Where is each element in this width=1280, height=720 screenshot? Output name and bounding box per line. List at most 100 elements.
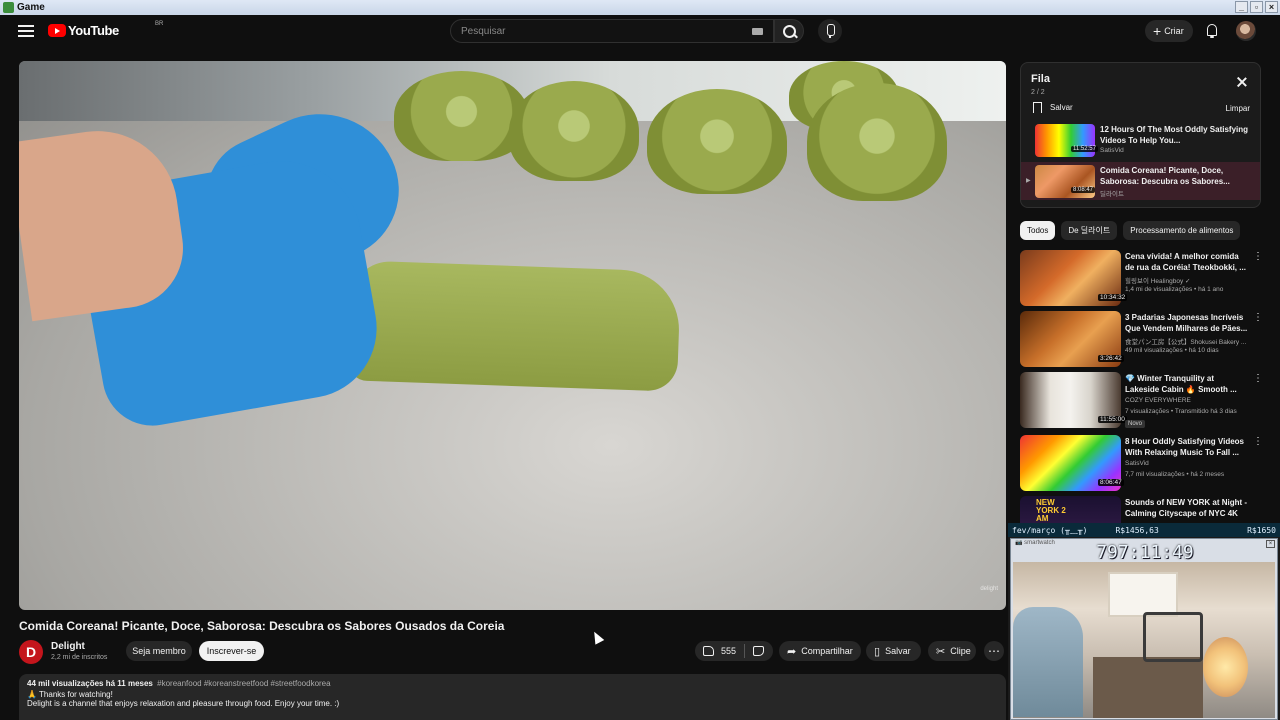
video-frame-roll [647,89,787,194]
window-titlebar: Game _ ▫ × [0,0,1280,15]
upload-age: há 11 meses [105,679,153,688]
save-label: Salvar [885,646,911,656]
more-options-icon[interactable]: ⋮ [1253,374,1263,384]
recommendation-meta: 7 visualizações • Transmitido há 3 dias [1125,408,1237,415]
video-title: Comida Coreana! Picante, Doce, Saborosa:… [19,619,505,633]
description-box[interactable]: 44 mil visualizações há 11 meses #korean… [19,674,1006,720]
webcam-lamp [1203,637,1248,697]
queue-thumbnail [1035,124,1095,157]
new-badge: Novo [1125,420,1146,428]
microphone-icon[interactable] [818,19,842,43]
thumbnail-text: NEW YORK 2 AM [1036,498,1066,523]
more-actions-icon[interactable]: ⋯ [984,641,1004,661]
webcam-view [1013,562,1275,718]
top-bar: YouTube BR + Criar [0,15,1280,47]
chip-channel[interactable]: De 딜라이트 [1061,221,1118,240]
clip-button[interactable]: ✂ Clipe [928,641,976,661]
channel-avatar[interactable]: D [19,640,43,664]
video-frame-roll [509,81,639,181]
close-window-icon[interactable]: × [1265,1,1278,13]
more-options-icon[interactable]: ⋮ [1253,252,1263,262]
video-player[interactable]: delight [19,61,1006,610]
mouse-cursor [589,629,605,645]
search-box [450,19,774,43]
bookmark-icon [1033,102,1042,113]
recommendation-item[interactable]: 3:26:42 3 Padarias Japonesas Incríveis Q… [1020,311,1263,369]
close-queue-icon[interactable] [1236,76,1248,88]
queue-thumbnail [1035,165,1095,198]
share-icon: ➦ [787,645,797,658]
overlay-label: fev/março (╥﹏╥) [1012,525,1088,535]
video-duration: 8:06:47 [1098,479,1124,486]
recommendation-meta: 1,4 mi de visualizações • há 1 ano [1125,286,1224,293]
overlay-bar: fev/março (╥﹏╥) R$1456,63 R$1650 [1008,523,1280,537]
recommendation-title: 💎 Winter Tranquility at Lakeside Cabin 🔥… [1125,374,1237,394]
queue-duration: 8:08:47 [1071,187,1096,193]
filter-chips: Todos De 딜라이트 Processamento de alimentos [1020,221,1241,240]
clip-label: Clipe [950,646,971,656]
queue-save-button[interactable]: Salvar [1033,102,1073,113]
window-title: Game [17,2,45,13]
minimize-icon[interactable]: _ [1235,1,1248,13]
hamburger-menu-icon[interactable] [18,25,34,37]
webcam-chair [1013,607,1083,717]
video-duration: 10:34:32 [1098,294,1128,301]
search-button[interactable] [774,19,804,43]
like-icon[interactable] [703,646,714,656]
recommendation-item[interactable]: NEW YORK 2 AM Sounds of NEW YORK at Nigh… [1020,496,1260,523]
queue-item[interactable]: ▶ 8:08:47 Comida Coreana! Picante, Doce,… [1021,162,1260,200]
video-duration: 3:26:42 [1098,355,1124,362]
chip-all[interactable]: Todos [1020,221,1056,240]
queue-title: Fila [1031,73,1050,85]
scissors-icon: ✂ [936,645,946,658]
webcam-desk [1093,657,1203,718]
youtube-logo[interactable]: YouTube BR [48,21,163,38]
recommendation-title: Sounds of NEW YORK at Night - Calming Ci… [1125,498,1248,518]
like-count[interactable]: 555 [721,646,736,656]
dislike-icon[interactable] [753,646,765,656]
keyboard-icon[interactable] [752,28,763,35]
chip-food-processing[interactable]: Processamento de alimentos [1123,221,1241,240]
video-frame-roll [807,83,947,201]
now-playing-icon: ▶ [1026,178,1031,184]
more-options-icon[interactable]: ⋮ [1253,437,1263,447]
channel-name[interactable]: Delight [51,641,85,652]
video-frame-dough [347,260,681,392]
webcam-window [1108,572,1178,617]
logo-text: YouTube [68,23,119,38]
share-button[interactable]: ➦ Compartilhar [779,641,861,661]
search-input[interactable] [451,20,741,42]
share-label: Compartilhar [801,646,853,656]
maximize-icon[interactable]: ▫ [1250,1,1263,13]
recommendation-channel: 힐링보이 Healingboy ✓ [1125,278,1191,285]
queue-item-title: 12 Hours Of The Most Oddly Satisfying Vi… [1100,125,1249,145]
description-line: Delight is a channel that enjoys relaxat… [27,699,340,708]
queue-item[interactable]: 11:52:57 12 Hours Of The Most Oddly Sati… [1021,121,1260,159]
app-icon [3,2,14,13]
webcam-stand [1143,612,1203,662]
video-thumbnail: NEW YORK 2 AM [1020,496,1121,523]
save-button[interactable]: ▯ Salvar [866,641,921,661]
queue-item-channel: 딜라이트 [1100,191,1124,198]
join-button[interactable]: Seja membro [126,641,192,661]
recommendation-title: Cena vívida! A melhor comida de rua da C… [1125,252,1246,272]
subscribe-button[interactable]: Inscrever-se [199,641,264,661]
create-button[interactable]: + Criar [1145,20,1193,42]
overlay-window: 📷 smartwatch × 797:11:49 [1010,538,1278,720]
hashtags[interactable]: #koreanfood #koreanstreetfood #streetfoo… [157,679,330,688]
notifications-bell-icon[interactable] [1206,24,1218,38]
queue-duration: 11:52:57 [1071,146,1098,152]
queue-panel: Fila 2 / 2 Salvar Limpar 11:52:57 12 Hou… [1020,62,1261,208]
recommendation-channel: COZY EVERYWHERE [1125,397,1191,404]
channel-subscribers: 2,2 mi de inscritos [51,654,108,661]
recommendation-item[interactable]: 11:55:00 💎 Winter Tranquility at Lakesid… [1020,372,1263,430]
user-avatar[interactable] [1236,21,1256,41]
recommendation-item[interactable]: 8:06:47 8 Hour Oddly Satisfying Videos W… [1020,435,1263,493]
more-options-icon[interactable]: ⋮ [1253,313,1263,323]
recommendation-title: 8 Hour Oddly Satisfying Videos With Rela… [1125,437,1244,457]
divider [744,644,746,658]
recommendation-item[interactable]: 10:34:32 Cena vívida! A melhor comida de… [1020,250,1263,308]
video-watermark: delight [980,586,998,592]
queue-clear-button[interactable]: Limpar [1226,104,1250,113]
queue-item-channel: SatisVid [1100,147,1124,154]
